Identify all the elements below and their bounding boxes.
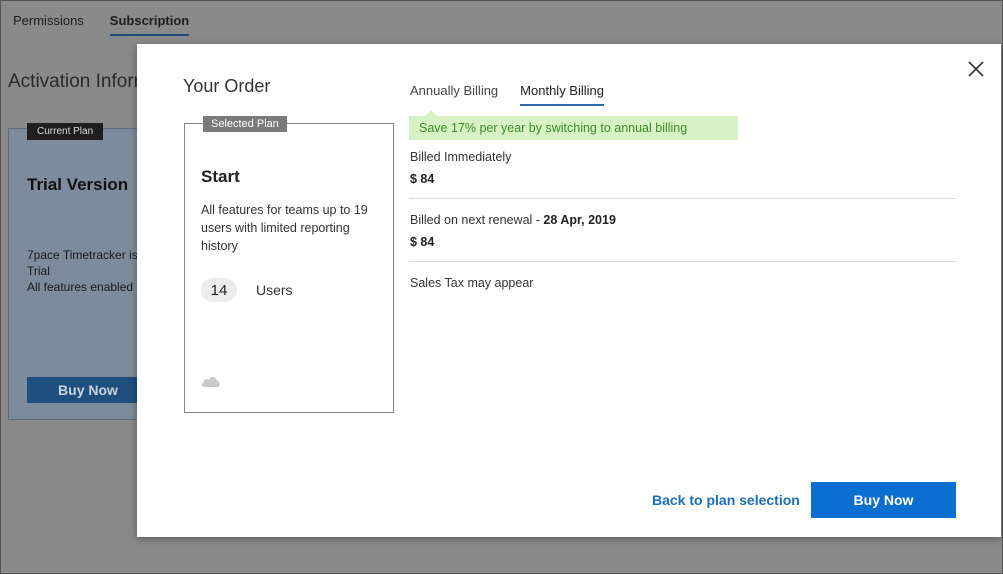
selected-plan-badge: Selected Plan xyxy=(203,116,287,132)
current-plan-desc-line: 7pace Timetracker is xyxy=(27,248,138,262)
current-plan-description: 7pace Timetracker is Trial All features … xyxy=(27,247,138,295)
plan-description: All features for teams up to 19 users wi… xyxy=(201,203,368,253)
billed-next-renewal-text: Billed on next renewal - xyxy=(410,213,544,227)
billed-next-renewal-label: Billed on next renewal - 28 Apr, 2019 xyxy=(410,213,956,227)
divider xyxy=(409,261,956,262)
users-label: Users xyxy=(256,282,293,298)
divider xyxy=(409,198,956,199)
order-title: Your Order xyxy=(183,76,271,96)
activation-heading: Activation Inform xyxy=(8,71,150,92)
sales-tax-note: Sales Tax may appear xyxy=(410,276,534,290)
background-tabs: Permissions Subscription xyxy=(13,13,190,36)
cloud-icon xyxy=(200,374,222,388)
background-buy-button[interactable]: Buy Now xyxy=(27,377,149,403)
renewal-date: 28 Apr, 2019 xyxy=(543,213,616,227)
users-row: 14 Users xyxy=(201,278,293,302)
current-plan-desc-line: Trial xyxy=(27,264,50,278)
current-plan-badge: Current Plan xyxy=(27,123,104,140)
billed-next-renewal-amount: $ 84 xyxy=(410,235,435,249)
selected-plan-card: Selected Plan Start All features for tea… xyxy=(184,116,394,413)
users-count: 14 xyxy=(201,278,237,302)
savings-note: Save 17% per year by switching to annual… xyxy=(409,110,738,140)
billing-tabs: Annually Billing Monthly Billing xyxy=(410,83,604,106)
billed-next-renewal-row: Billed on next renewal - 28 Apr, 2019 $ … xyxy=(410,213,956,249)
current-plan-desc-line: All features enabled xyxy=(27,280,134,294)
close-icon[interactable] xyxy=(965,58,987,80)
billed-immediately-label: Billed Immediately xyxy=(410,150,512,164)
current-plan-title: Trial Version xyxy=(27,175,129,194)
order-modal: Your Order Selected Plan Start All featu… xyxy=(137,44,1001,537)
tab-monthly-billing[interactable]: Monthly Billing xyxy=(520,83,604,106)
plan-name: Start xyxy=(201,167,240,186)
billed-immediately-amount: $ 84 xyxy=(410,172,435,186)
buy-now-button[interactable]: Buy Now xyxy=(811,482,956,518)
current-plan-card: Current Plan Trial Version 7pace Timetra… xyxy=(8,123,149,420)
tab-subscription[interactable]: Subscription xyxy=(109,13,190,36)
back-to-plan-selection-link[interactable]: Back to plan selection xyxy=(652,492,800,508)
billed-immediately-row: Billed Immediately $ 84 xyxy=(410,150,956,186)
tab-permissions[interactable]: Permissions xyxy=(13,13,84,36)
tab-annually-billing[interactable]: Annually Billing xyxy=(410,83,498,106)
